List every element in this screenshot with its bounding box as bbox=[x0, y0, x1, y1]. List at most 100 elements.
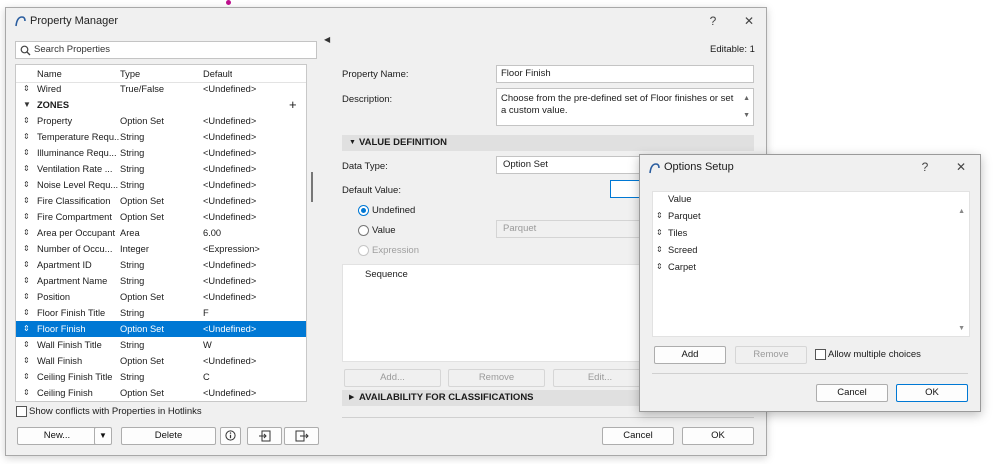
scroll-up-icon[interactable]: ▲ bbox=[958, 208, 965, 215]
row-default: <Undefined> bbox=[203, 132, 257, 142]
drag-handle-icon[interactable]: ⇕ bbox=[23, 81, 30, 97]
drag-handle-icon[interactable]: ⇕ bbox=[23, 321, 30, 337]
scroll-down-icon[interactable]: ▼ bbox=[958, 325, 965, 332]
drag-handle-icon[interactable]: ⇕ bbox=[23, 113, 30, 129]
table-row[interactable]: ⇕ Wall Finish Option Set <Undefined> bbox=[16, 353, 306, 369]
table-row-selected[interactable]: ⇕ Floor Finish Option Set <Undefined> bbox=[16, 321, 306, 337]
list-item[interactable]: ⇕ Tiles bbox=[653, 225, 953, 241]
dialog-add-button[interactable]: Add bbox=[654, 346, 726, 364]
expand-arrow-icon[interactable]: ▼ bbox=[23, 97, 31, 113]
column-type[interactable]: Type bbox=[120, 66, 140, 82]
drag-handle-icon[interactable]: ⇕ bbox=[23, 225, 30, 241]
drag-handle-icon[interactable]: ⇕ bbox=[23, 209, 30, 225]
radio-expression[interactable] bbox=[358, 245, 369, 256]
drag-handle-icon[interactable]: ⇕ bbox=[23, 337, 30, 353]
table-row[interactable]: ⇕ Ceiling Finish Option Set <Undefined> bbox=[16, 385, 306, 401]
add-button-label: Add... bbox=[380, 372, 405, 383]
table-row[interactable]: ⇕ Property Option Set <Undefined> bbox=[16, 113, 306, 129]
list-item[interactable]: ⇕ Parquet bbox=[653, 208, 953, 224]
row-default: <Undefined> bbox=[203, 260, 257, 270]
list-item[interactable]: ⇕ Carpet bbox=[653, 259, 953, 275]
drag-handle-icon[interactable]: ⇕ bbox=[23, 289, 30, 305]
dialog-help-button[interactable]: ? bbox=[914, 158, 936, 176]
import-button[interactable] bbox=[247, 427, 282, 445]
dialog-remove-button[interactable]: Remove bbox=[735, 346, 807, 364]
list-scrollbar[interactable] bbox=[307, 64, 317, 402]
search-input[interactable]: Search Properties bbox=[15, 41, 317, 59]
edit-button[interactable]: Edit... bbox=[553, 369, 646, 387]
table-row[interactable]: ⇕ Area per Occupant Area 6.00 bbox=[16, 225, 306, 241]
add-property-icon[interactable]: + bbox=[289, 97, 297, 112]
table-row[interactable]: ⇕ Fire Compartment Option Set <Undefined> bbox=[16, 209, 306, 225]
radio-value[interactable] bbox=[358, 225, 369, 236]
allow-multiple-checkbox[interactable] bbox=[815, 349, 826, 360]
drag-handle-icon[interactable]: ⇕ bbox=[656, 225, 663, 241]
table-row[interactable]: ⇕ Apartment ID String <Undefined> bbox=[16, 257, 306, 273]
info-button[interactable] bbox=[220, 427, 241, 445]
show-conflicts-checkbox[interactable] bbox=[16, 406, 27, 417]
drag-handle-icon[interactable]: ⇕ bbox=[23, 273, 30, 289]
row-name: Ceiling Finish bbox=[37, 388, 93, 398]
drag-handle-icon[interactable]: ⇕ bbox=[656, 208, 663, 224]
scroll-down-icon[interactable]: ▼ bbox=[743, 110, 750, 122]
table-row[interactable]: ⇕ Ventilation Rate ... String <Undefined> bbox=[16, 161, 306, 177]
description-value: Choose from the pre-defined set of Floor… bbox=[501, 93, 734, 116]
drag-handle-icon[interactable]: ⇕ bbox=[23, 129, 30, 145]
drag-handle-icon[interactable]: ⇕ bbox=[23, 257, 30, 273]
dialog-cancel-label: Cancel bbox=[837, 387, 867, 398]
drag-handle-icon[interactable]: ⇕ bbox=[23, 353, 30, 369]
scroll-thumb[interactable] bbox=[311, 172, 313, 202]
table-row[interactable]: ⇕ Ceiling Finish Title String C bbox=[16, 369, 306, 385]
help-button[interactable]: ? bbox=[702, 12, 724, 30]
data-type-select[interactable]: Option Set bbox=[496, 156, 646, 174]
value-select[interactable]: Parquet bbox=[496, 220, 646, 238]
close-button[interactable]: ✕ bbox=[738, 12, 760, 30]
new-button[interactable]: New... bbox=[17, 427, 97, 445]
list-item[interactable]: ⇕ Screed bbox=[653, 242, 953, 258]
radio-expression-label: Expression bbox=[372, 245, 419, 256]
remove-button[interactable]: Remove bbox=[448, 369, 545, 387]
availability-header[interactable]: ▶ AVAILABILITY FOR CLASSIFICATIONS bbox=[342, 390, 647, 406]
property-name-field[interactable]: Floor Finish bbox=[496, 65, 754, 83]
table-row[interactable]: ⇕ Wired True/False <Undefined> bbox=[16, 81, 306, 97]
group-row-zones[interactable]: ▼ ZONES + bbox=[16, 97, 306, 113]
option-label: Parquet bbox=[668, 211, 701, 221]
table-row[interactable]: ⇕ Number of Occu... Integer <Expression> bbox=[16, 241, 306, 257]
drag-handle-icon[interactable]: ⇕ bbox=[656, 259, 663, 275]
table-row[interactable]: ⇕ Illuminance Requ... String <Undefined> bbox=[16, 145, 306, 161]
drag-handle-icon[interactable]: ⇕ bbox=[23, 385, 30, 401]
column-name[interactable]: Name bbox=[37, 66, 62, 82]
value-definition-header[interactable]: ▼ VALUE DEFINITION bbox=[342, 135, 754, 151]
cancel-button[interactable]: Cancel bbox=[602, 427, 674, 445]
delete-button[interactable]: Delete bbox=[121, 427, 216, 445]
table-row[interactable]: ⇕ Temperature Requ... String <Undefined> bbox=[16, 129, 306, 145]
table-row[interactable]: ⇕ Noise Level Requ... String <Undefined> bbox=[16, 177, 306, 193]
dialog-cancel-button[interactable]: Cancel bbox=[816, 384, 888, 402]
new-dropdown-button[interactable]: ▼ bbox=[94, 427, 112, 445]
drag-handle-icon[interactable]: ⇕ bbox=[23, 177, 30, 193]
scroll-up-icon[interactable]: ▲ bbox=[743, 93, 750, 105]
row-default: <Undefined> bbox=[203, 164, 257, 174]
column-default[interactable]: Default bbox=[203, 66, 232, 82]
ok-button[interactable]: OK bbox=[682, 427, 754, 445]
table-row[interactable]: ⇕ Position Option Set <Undefined> bbox=[16, 289, 306, 305]
export-button[interactable] bbox=[284, 427, 319, 445]
table-row[interactable]: ⇕ Apartment Name String <Undefined> bbox=[16, 273, 306, 289]
description-field[interactable]: Choose from the pre-defined set of Floor… bbox=[496, 88, 754, 126]
drag-handle-icon[interactable]: ⇕ bbox=[656, 242, 663, 258]
drag-handle-icon[interactable]: ⇕ bbox=[23, 369, 30, 385]
dialog-close-button[interactable]: ✕ bbox=[950, 158, 972, 176]
drag-handle-icon[interactable]: ⇕ bbox=[23, 305, 30, 321]
add-button[interactable]: Add... bbox=[344, 369, 441, 387]
drag-handle-icon[interactable]: ⇕ bbox=[23, 241, 30, 257]
table-row[interactable]: ⇕ Fire Classification Option Set <Undefined… bbox=[16, 193, 306, 209]
collapse-panel-icon[interactable]: ◀ bbox=[324, 35, 330, 44]
table-row[interactable]: ⇕ Floor Finish Title String F bbox=[16, 305, 306, 321]
table-row[interactable]: ⇕ Wall Finish Title String W bbox=[16, 337, 306, 353]
drag-handle-icon[interactable]: ⇕ bbox=[23, 193, 30, 209]
drag-handle-icon[interactable]: ⇕ bbox=[23, 161, 30, 177]
radio-undefined[interactable] bbox=[358, 205, 369, 216]
dialog-ok-button[interactable]: OK bbox=[896, 384, 968, 402]
row-type: Option Set bbox=[120, 324, 164, 334]
drag-handle-icon[interactable]: ⇕ bbox=[23, 145, 30, 161]
